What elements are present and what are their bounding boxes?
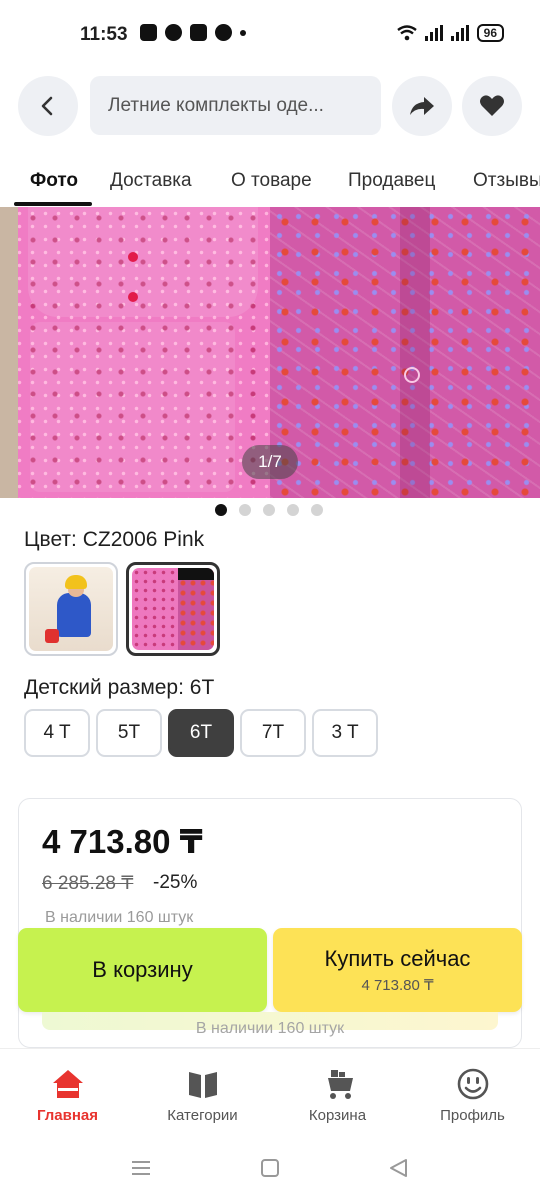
nav-profile-label: Профиль (440, 1107, 505, 1124)
shirt-placket (400, 207, 430, 498)
signal-icon-2 (450, 25, 469, 41)
shirt-button (128, 292, 138, 302)
tab-seller[interactable]: Продавец (348, 170, 435, 192)
thumbnail-fabric (177, 568, 214, 650)
thumbnail-figure (57, 593, 91, 637)
system-navigation-bar (0, 1140, 540, 1200)
product-photo-outfit[interactable] (0, 207, 270, 498)
nav-profile[interactable]: Профиль (405, 1049, 540, 1141)
size-label: Детский размер: 6T (24, 676, 215, 699)
bottom-navigation: Главная Категории Корзина Профиль (0, 1048, 540, 1140)
share-button[interactable] (392, 76, 452, 136)
buy-now-label: Купить сейчас (324, 946, 471, 971)
search-field[interactable]: Летние комплекты оде... (90, 76, 381, 135)
shorts-shape (30, 322, 235, 492)
smile-icon (457, 1068, 488, 1100)
size-option-4t[interactable]: 4 T (24, 709, 90, 757)
facebook-icon (165, 24, 182, 41)
back-button[interactable] (18, 76, 78, 136)
app-notification-icon (215, 24, 232, 41)
status-bar: 11:53 96 (0, 0, 540, 66)
pagination-dot[interactable] (239, 504, 251, 516)
size-option-5t[interactable]: 5T (96, 709, 162, 757)
chat-app-icon (140, 24, 157, 41)
tab-reviews[interactable]: Отзывы (473, 170, 540, 192)
favorite-button[interactable] (462, 76, 522, 136)
thumbnail-bar (177, 568, 214, 580)
product-tabs: Фото Доставка О товаре Продавец Отзывы (0, 160, 540, 206)
pagination-dot[interactable] (311, 504, 323, 516)
shirt-button (128, 252, 138, 262)
active-tab-indicator (14, 202, 92, 206)
pagination-dot[interactable] (263, 504, 275, 516)
back-triangle-icon[interactable] (388, 1158, 408, 1178)
discount-badge: -25% (153, 872, 198, 893)
color-option-blue[interactable] (24, 562, 118, 656)
nav-categories[interactable]: Категории (135, 1049, 270, 1141)
buy-now-button[interactable]: Купить сейчас 4 713.80 ₸ (273, 928, 522, 1012)
thumbnail-bucket (45, 629, 59, 643)
color-option-pink[interactable] (126, 562, 220, 656)
wifi-icon (396, 25, 417, 41)
search-query-text: Летние комплекты оде... (108, 94, 324, 116)
more-notifications-dot (240, 29, 246, 36)
home-icon (52, 1070, 83, 1098)
menu-icon[interactable] (131, 1158, 151, 1178)
youtube-icon (190, 24, 207, 41)
stock-text: В наличии 160 штук (45, 909, 194, 926)
nav-categories-label: Категории (167, 1107, 238, 1124)
gallery-counter: 1/7 (242, 445, 298, 479)
catalog-icon (188, 1072, 217, 1098)
battery-indicator: 96 (476, 24, 504, 42)
product-photo-fabric-closeup[interactable] (270, 207, 540, 498)
status-time: 11:53 (80, 24, 128, 45)
nav-home[interactable]: Главная (0, 1049, 135, 1141)
pagination-dot[interactable] (215, 504, 227, 516)
color-option-thumbnail (132, 568, 214, 650)
color-label: Цвет: CZ2006 Pink (24, 528, 205, 551)
size-option-6t[interactable]: 6T (168, 709, 234, 757)
color-option-thumbnail (29, 567, 113, 651)
current-price: 4 713.80 ₸ (42, 823, 203, 860)
table-edge (0, 207, 18, 498)
thumbnail-hat (65, 575, 87, 589)
size-option-3t[interactable]: 3 T (312, 709, 378, 757)
nav-cart-label: Корзина (308, 1107, 367, 1124)
tab-about[interactable]: О товаре (231, 170, 312, 192)
chevron-left-icon (41, 96, 53, 116)
gallery-pagination (215, 504, 323, 516)
system-status: 96 (396, 24, 504, 42)
pagination-dot[interactable] (287, 504, 299, 516)
share-arrow-icon (410, 97, 434, 115)
product-gallery[interactable]: 1/7 (0, 207, 540, 498)
heart-icon (480, 95, 504, 116)
stock-text-secondary: В наличии 160 штук (195, 1020, 345, 1037)
tab-delivery[interactable]: Доставка (110, 170, 192, 192)
nav-home-label: Главная (36, 1107, 98, 1124)
home-square-icon[interactable] (260, 1158, 280, 1178)
signal-icon (424, 25, 443, 41)
shirt-shape (28, 207, 258, 317)
notification-icons (140, 24, 246, 41)
nav-cart[interactable]: Корзина (270, 1049, 405, 1141)
buy-now-price: 4 713.80 ₸ (361, 977, 434, 994)
old-price: 6 285.28 ₸ (42, 873, 134, 894)
size-option-7t[interactable]: 7T (240, 709, 306, 757)
shirt-button (404, 367, 420, 383)
tab-photo[interactable]: Фото (30, 170, 78, 192)
cart-icon (322, 1070, 353, 1099)
add-to-cart-button[interactable]: В корзину (18, 928, 267, 1012)
